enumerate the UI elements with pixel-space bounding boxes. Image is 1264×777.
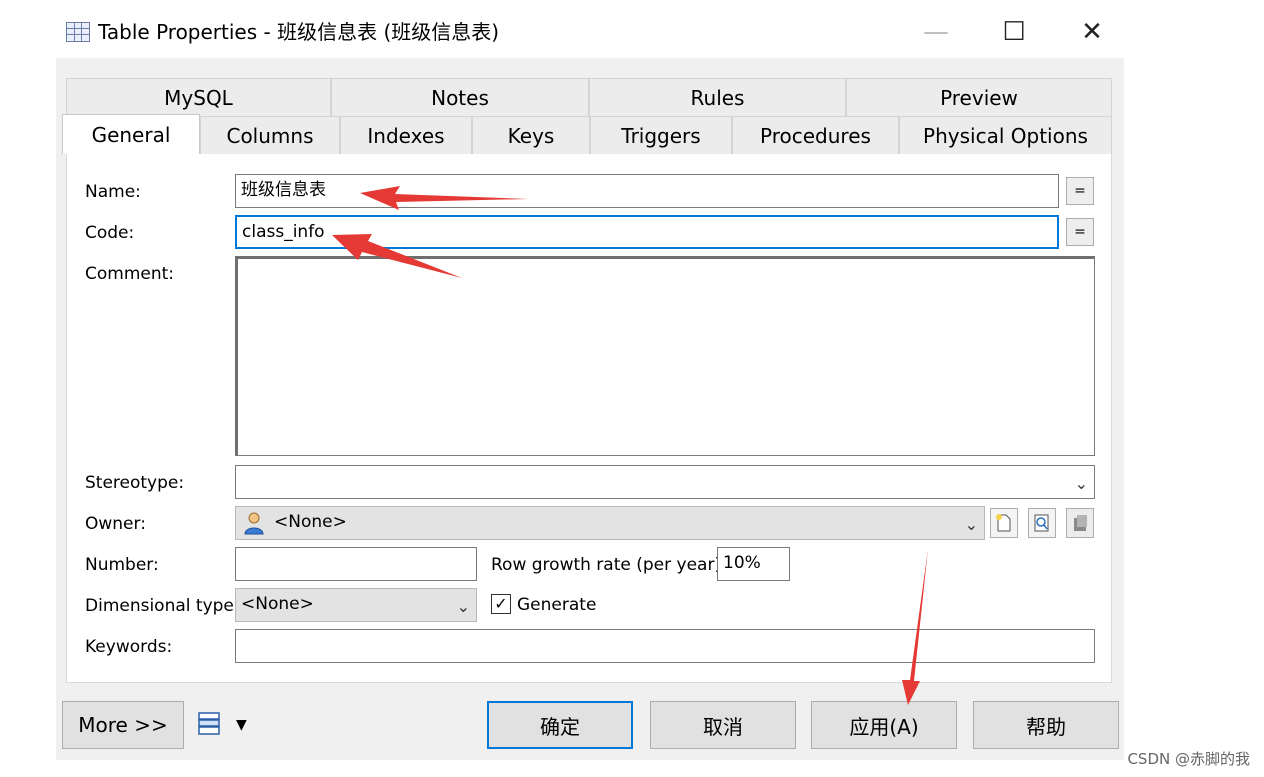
stereotype-label: Stereotype: — [85, 473, 185, 493]
apply-button[interactable]: 应用(A) — [811, 701, 957, 749]
row-growth-label: Row growth rate (per year): — [491, 555, 727, 575]
tab-columns[interactable]: Columns — [200, 116, 340, 154]
checkmark-icon: ✓ — [494, 594, 508, 613]
chevron-down-icon: ⌄ — [456, 597, 470, 616]
table-icon — [66, 22, 90, 42]
help-button[interactable]: 帮助 — [973, 701, 1119, 749]
owner-value: <None> — [274, 512, 347, 532]
close-button[interactable]: ✕ — [1072, 14, 1112, 50]
keywords-label: Keywords: — [85, 637, 173, 657]
magnifier-icon — [1034, 514, 1049, 532]
generate-checkbox[interactable]: ✓ — [491, 594, 511, 614]
window-title: Table Properties - 班级信息表 (班级信息表) — [98, 20, 500, 44]
select-owner-button[interactable] — [1028, 508, 1056, 538]
maximize-button[interactable]: ☐ — [994, 14, 1034, 50]
ok-button[interactable]: 确定 — [487, 701, 633, 749]
name-field[interactable]: 班级信息表 — [235, 174, 1059, 208]
tab-indexes[interactable]: Indexes — [340, 116, 472, 154]
more-button[interactable]: More >> — [62, 701, 184, 749]
number-field[interactable] — [235, 547, 477, 581]
number-label: Number: — [85, 555, 159, 575]
dimensional-type-label: Dimensional type: — [85, 596, 240, 616]
cancel-button[interactable]: 取消 — [650, 701, 796, 749]
code-label: Code: — [85, 223, 135, 243]
tab-mysql[interactable]: MySQL — [66, 78, 331, 116]
watermark: CSDN @赤脚的我 — [1127, 750, 1250, 768]
minimize-button[interactable]: — — [916, 14, 956, 50]
tab-triggers[interactable]: Triggers — [590, 116, 732, 154]
name-equals-button[interactable]: = — [1066, 177, 1094, 205]
tab-notes[interactable]: Notes — [331, 78, 589, 116]
chevron-down-icon: ⌄ — [964, 515, 978, 534]
tab-physical-options[interactable]: Physical Options — [899, 116, 1112, 154]
keywords-field[interactable] — [235, 629, 1095, 663]
name-label: Name: — [85, 182, 141, 202]
chevron-down-icon: ⌄ — [1074, 474, 1088, 493]
tab-procedures[interactable]: Procedures — [732, 116, 899, 154]
tab-keys[interactable]: Keys — [472, 116, 590, 154]
new-owner-button[interactable] — [990, 508, 1018, 538]
generate-label: Generate — [517, 595, 597, 615]
print-icon[interactable] — [196, 710, 224, 738]
row-growth-field[interactable]: 10% — [717, 547, 790, 581]
caret-down-icon[interactable]: ▼ — [236, 717, 247, 733]
owner-label: Owner: — [85, 514, 146, 534]
dimensional-type-dropdown[interactable]: <None> ⌄ — [235, 588, 477, 622]
new-document-icon — [996, 514, 1011, 532]
owner-properties-button[interactable] — [1066, 508, 1094, 538]
tab-preview[interactable]: Preview — [846, 78, 1112, 116]
code-field[interactable]: class_info — [235, 215, 1059, 249]
dimensional-type-value: <None> — [241, 594, 314, 614]
tab-general[interactable]: General — [62, 114, 200, 154]
user-icon — [243, 511, 265, 535]
owner-dropdown[interactable]: <None> ⌄ — [235, 506, 985, 540]
comment-textarea[interactable] — [235, 256, 1095, 456]
comment-label: Comment: — [85, 264, 175, 284]
code-equals-button[interactable]: = — [1066, 218, 1094, 246]
tab-rules[interactable]: Rules — [589, 78, 846, 116]
properties-icon — [1074, 515, 1087, 531]
stereotype-dropdown[interactable]: ⌄ — [235, 465, 1095, 499]
